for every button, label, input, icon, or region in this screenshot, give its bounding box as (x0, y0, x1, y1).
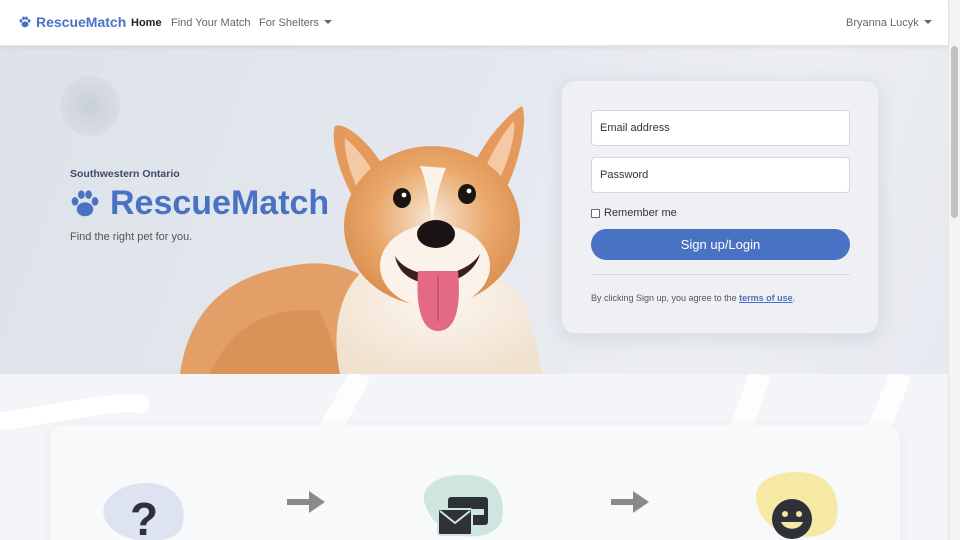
signup-login-button[interactable]: Sign up/Login (591, 229, 850, 260)
terms-of-use-link[interactable]: terms of use (739, 293, 793, 303)
top-navbar: RescueMatch Home Find Your Match For She… (0, 0, 948, 46)
steps-card: ? (50, 425, 900, 540)
terms-suffix: . (792, 293, 796, 303)
how-it-works-section: ? (0, 374, 948, 540)
nav-for-shelters-label: For Shelters (259, 17, 319, 29)
hero-background-decoration (60, 76, 120, 136)
scrollbar-thumb[interactable] (951, 46, 958, 218)
paw-icon (19, 16, 31, 28)
question-icon: ? (103, 482, 184, 540)
chevron-down-icon (323, 20, 332, 24)
arrow-right-icon (611, 491, 649, 513)
nav-for-shelters-dropdown[interactable]: For Shelters (259, 17, 332, 29)
svg-text:?: ? (130, 493, 158, 540)
terms-text: By clicking Sign up, you agree to the te… (591, 293, 795, 303)
smile-icon (755, 472, 838, 539)
hero-title-text: RescueMatch (110, 184, 330, 222)
chevron-down-icon (923, 20, 932, 24)
hero-region: Southwestern Ontario (70, 168, 180, 180)
user-name: Bryanna Lucyk (846, 17, 919, 29)
arrow-right-icon (287, 491, 325, 513)
corgi-dog-image (180, 106, 542, 374)
divider (591, 274, 850, 275)
terms-prefix: By clicking Sign up, you agree to the (591, 293, 737, 303)
hero-tagline: Find the right pet for you. (70, 231, 193, 243)
brand-link[interactable]: RescueMatch (18, 14, 126, 30)
hero-title: RescueMatch (68, 184, 329, 223)
password-field[interactable] (591, 157, 850, 193)
remember-me-label: Remember me (604, 207, 677, 219)
page-scrollbar[interactable] (948, 0, 960, 540)
login-card: Remember me Sign up/Login By clicking Si… (561, 80, 879, 334)
hero-section: Southwestern Ontario RescueMatch Find th… (0, 46, 948, 374)
nav-find-your-match-link[interactable]: Find Your Match (171, 17, 251, 29)
email-field[interactable] (591, 110, 850, 146)
paw-icon (71, 189, 99, 216)
remember-me-checkbox[interactable] (591, 208, 600, 218)
envelopes-icon (423, 474, 503, 537)
remember-me-option[interactable]: Remember me (591, 207, 677, 219)
nav-home-link[interactable]: Home (131, 17, 162, 29)
brand-name: RescueMatch (36, 14, 127, 30)
user-menu-dropdown[interactable]: Bryanna Lucyk (846, 17, 932, 29)
